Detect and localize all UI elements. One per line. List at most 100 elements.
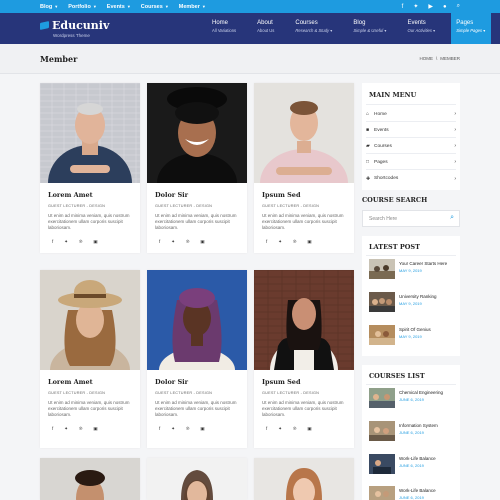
breadcrumb: HOME \ MEMBER [419, 56, 460, 61]
file-icon: □ [366, 159, 370, 165]
instagram-icon[interactable]: ▣ [200, 239, 204, 245]
latest-post-item[interactable]: University Ranking MAY 9, 2019 [369, 292, 437, 312]
facebook-icon[interactable]: f [266, 239, 267, 245]
breadcrumb-current: MEMBER [440, 56, 460, 61]
member-card [147, 458, 247, 500]
member-photo[interactable] [254, 270, 354, 370]
main-menu-title: MAIN MENU [369, 91, 417, 99]
plus-icon: ✚ [366, 175, 371, 182]
search-icon[interactable]: ⌕ [457, 3, 460, 10]
member-photo[interactable] [40, 458, 140, 500]
member-card: Lorem Amet GUEST LECTURER - DESIGN Ut en… [40, 83, 140, 253]
nav-events[interactable]: Events Our Activities ▾ [402, 13, 441, 44]
sidebar-item-shortcodes[interactable]: ✚ Shortcodes › [366, 171, 456, 186]
member-photo[interactable] [147, 270, 247, 370]
post-thumbnail [369, 292, 395, 312]
nav-pages[interactable]: Pages Simple Pages ▾ [451, 13, 492, 44]
page-title: Member [40, 54, 78, 64]
chevron-right-icon: › [454, 143, 456, 149]
pinterest-icon[interactable]: ℗ [186, 426, 189, 432]
member-photo[interactable] [147, 83, 247, 183]
twitter-icon[interactable]: ✦ [278, 239, 282, 245]
sidebar-item-events[interactable]: ■ Events › [366, 123, 456, 138]
pinterest-icon[interactable]: ℗ [186, 239, 189, 245]
facebook-icon[interactable]: f [52, 426, 53, 432]
pinterest-icon[interactable]: ℗ [293, 426, 296, 432]
course-search-input[interactable]: Search Here ⌕ [362, 210, 460, 227]
member-photo[interactable] [147, 458, 247, 500]
chevron-down-icon: ▼ [92, 4, 97, 9]
home-icon: ⌂ [366, 111, 370, 117]
chevron-down-icon: ▼ [201, 4, 206, 9]
chevron-down-icon: ▼ [126, 4, 131, 9]
course-item[interactable]: Work-Life Balance JUNE 6, 2019 [369, 486, 436, 500]
member-photo[interactable] [40, 270, 140, 370]
pinterest-icon[interactable]: ℗ [79, 239, 82, 245]
page-header: Member HOME \ MEMBER [0, 44, 500, 74]
top-menu-portfolio[interactable]: Portfolio ▼ [68, 4, 97, 10]
top-menu-events[interactable]: Events ▼ [107, 4, 131, 10]
chevron-down-icon: ▼ [164, 4, 169, 9]
course-item[interactable]: Work-Life Balance JUNE 6, 2019 [369, 454, 436, 474]
twitter-icon[interactable]: ✦ [171, 426, 175, 432]
instagram-icon[interactable]: ▣ [93, 426, 97, 432]
sidebar-item-home[interactable]: ⌂ Home › [366, 107, 456, 122]
facebook-icon[interactable]: f [159, 239, 160, 245]
member-card: Dolor Sir GUEST LECTURER - DESIGN Ut eni… [147, 270, 247, 448]
facebook-icon[interactable]: f [266, 426, 267, 432]
facebook-icon[interactable]: f [52, 239, 53, 245]
pinterest-icon[interactable]: ℗ [293, 239, 296, 245]
search-icon[interactable]: ⌕ [450, 214, 454, 222]
twitter-icon[interactable]: ✦ [413, 3, 418, 10]
top-bar: Blog ▼ Portfolio ▼ Events ▼ Courses ▼ Member… [0, 0, 500, 13]
top-menu-blog[interactable]: Blog ▼ [40, 4, 58, 10]
flag-icon: ■ [366, 127, 370, 133]
twitter-icon[interactable]: ✦ [64, 239, 68, 245]
latest-post-item[interactable]: Your Career Starts Here MAY 9, 2019 [369, 259, 447, 279]
member-card [254, 458, 354, 500]
sidebar-item-courses[interactable]: ▰ Courses › [366, 139, 456, 154]
twitter-icon[interactable]: ✦ [278, 426, 282, 432]
nav-courses[interactable]: Courses Research & Study ▾ [290, 13, 338, 44]
facebook-icon[interactable]: f [159, 426, 160, 432]
main-header: Educuniv Wordpress Theme Home All Variati… [0, 13, 500, 44]
member-card: Dolor Sir GUEST LECTURER - DESIGN Ut eni… [147, 83, 247, 253]
course-item[interactable]: Chemical Engineering JUNE 6, 2019 [369, 388, 443, 408]
member-card [40, 458, 140, 500]
course-search-title: COURSE SEARCH [362, 196, 428, 204]
latest-post-title: LATEST POST [369, 243, 420, 251]
course-thumbnail [369, 421, 395, 441]
breadcrumb-home[interactable]: HOME [419, 56, 433, 61]
member-photo[interactable] [254, 458, 354, 500]
youtube-icon[interactable]: ▶ [428, 3, 433, 10]
instagram-icon[interactable]: ▣ [307, 239, 311, 245]
sidebar-item-pages[interactable]: □ Pages › [366, 155, 456, 170]
nav-about[interactable]: About About Us [252, 13, 280, 44]
facebook-icon[interactable]: f [402, 4, 404, 10]
chevron-right-icon: › [454, 127, 456, 133]
chevron-right-icon: › [454, 111, 456, 117]
top-menu-member[interactable]: Member ▼ [179, 4, 206, 10]
instagram-icon[interactable]: ▣ [93, 239, 97, 245]
member-photo[interactable] [40, 83, 140, 183]
instagram-icon[interactable]: ▣ [307, 426, 311, 432]
course-thumbnail [369, 388, 395, 408]
post-thumbnail [369, 259, 395, 279]
member-card: Lorem Amet GUEST LECTURER - DESIGN Ut en… [40, 270, 140, 448]
twitter-icon[interactable]: ✦ [64, 426, 68, 432]
courses-list-title: COURSES LIST [369, 372, 425, 380]
member-card: Ipsum Sed GUEST LECTURER - DESIGN Ut eni… [254, 83, 354, 253]
instagram-icon[interactable]: ▣ [200, 426, 204, 432]
pinterest-icon[interactable]: ℗ [79, 426, 82, 432]
latest-post-item[interactable]: Spirit Of Genius MAY 9, 2019 [369, 325, 431, 345]
site-logo[interactable]: Educuniv Wordpress Theme [40, 20, 109, 38]
course-thumbnail [369, 454, 395, 474]
member-photo[interactable] [254, 83, 354, 183]
user-icon[interactable]: ● [443, 4, 447, 10]
course-item[interactable]: Information System JUNE 6, 2019 [369, 421, 438, 441]
twitter-icon[interactable]: ✦ [171, 239, 175, 245]
chevron-down-icon: ▼ [54, 4, 59, 9]
nav-home[interactable]: Home All Variations [207, 13, 242, 44]
top-menu-courses[interactable]: Courses ▼ [141, 4, 169, 10]
nav-blog[interactable]: Blog Simple & Useful ▾ [348, 13, 392, 44]
